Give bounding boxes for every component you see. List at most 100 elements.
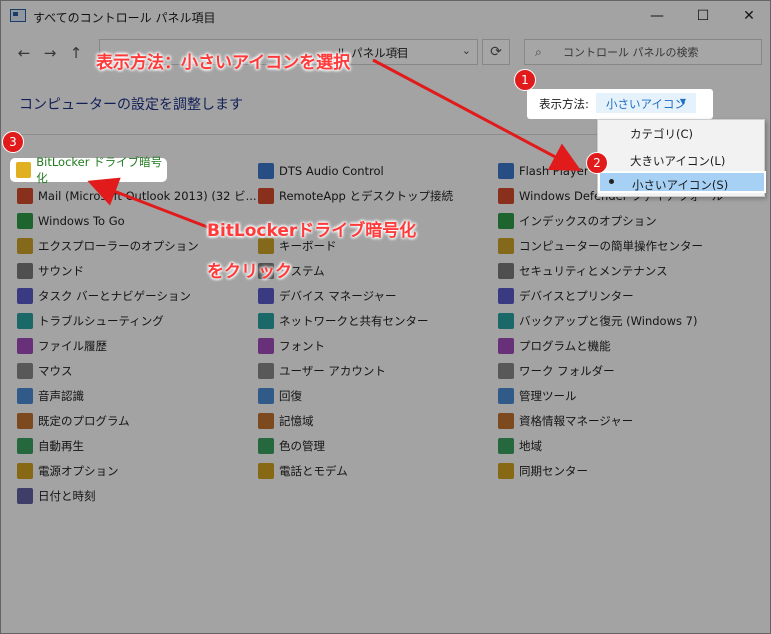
item-icon (17, 338, 33, 354)
window-title: すべてのコントロール パネル項目 (33, 11, 216, 25)
item-icon (258, 363, 274, 379)
control-panel-item[interactable]: Flash Player (498, 161, 589, 181)
breadcrumb-separator-icon[interactable]: › (396, 44, 401, 58)
control-panel-item[interactable]: ファイル履歴 (17, 336, 107, 356)
item-label: マウス (38, 364, 73, 378)
item-icon (498, 363, 514, 379)
control-panel-item[interactable]: 記憶域 (258, 411, 314, 431)
control-panel-item[interactable]: コンピューターの簡単操作センター (498, 236, 703, 256)
item-label: コンピューターの簡単操作センター (519, 239, 703, 253)
chevron-down-icon[interactable]: ⌄ (462, 44, 471, 57)
item-icon (498, 438, 514, 454)
item-icon (17, 488, 33, 504)
item-icon (498, 213, 514, 229)
search-box[interactable]: ⌕ (524, 39, 762, 65)
view-by-control[interactable]: 表示方法: 小さいアイコン ▼ (527, 89, 713, 119)
menu-item-small-icons-label: 小さいアイコン(S) (632, 178, 729, 192)
item-icon (258, 438, 274, 454)
bitlocker-item-highlighted[interactable]: BitLocker ドライブ暗号化 (10, 155, 167, 185)
menu-item-category[interactable]: カテゴリ(C) (598, 122, 764, 144)
control-panel-item[interactable]: 管理ツール (498, 386, 577, 406)
annotation-bitlocker: BitLockerドライブ暗号化 (207, 221, 417, 241)
bitlocker-icon (16, 162, 32, 178)
item-icon (258, 188, 274, 204)
control-panel-item[interactable]: トラブルシューティング (17, 311, 164, 331)
control-panel-item[interactable]: 音声認識 (17, 386, 84, 406)
control-panel-item[interactable]: 電話とモデム (258, 461, 348, 481)
control-panel-item[interactable]: フォント (258, 336, 325, 356)
item-label: Flash Player (519, 164, 589, 178)
control-panel-item[interactable]: デバイスとプリンター (498, 286, 634, 306)
item-icon (498, 263, 514, 279)
control-panel-item[interactable]: デバイス マネージャー (258, 286, 397, 306)
up-button[interactable]: ↑ (65, 43, 87, 63)
control-panel-item[interactable]: ワーク フォルダー (498, 361, 615, 381)
control-panel-item[interactable]: プログラムと機能 (498, 336, 611, 356)
control-panel-item[interactable]: 回復 (258, 386, 302, 406)
refresh-button[interactable]: ⟳ (482, 39, 510, 65)
item-icon (498, 163, 514, 179)
control-panel-item[interactable]: 日付と時刻 (17, 486, 96, 506)
control-panel-item[interactable]: 資格情報マネージャー (498, 411, 633, 431)
item-label: 管理ツール (519, 389, 577, 403)
view-by-menu: カテゴリ(C) 大きいアイコン(L) 小さいアイコン(S) (597, 119, 766, 197)
item-label: 自動再生 (38, 439, 84, 453)
control-panel-item[interactable]: 自動再生 (17, 436, 84, 456)
control-panel-item[interactable]: Mail (Microsoft Outlook 2013) (32 ビ... (17, 186, 257, 206)
item-label: 同期センター (519, 464, 588, 478)
search-icon: ⌕ (535, 45, 542, 59)
item-label: デバイス マネージャー (279, 289, 397, 303)
item-icon (17, 238, 33, 254)
item-icon (17, 288, 33, 304)
control-panel-item[interactable]: サウンド (17, 261, 84, 281)
maximize-button[interactable]: ☐ (680, 1, 726, 31)
dropdown-caret-icon: ▼ (679, 97, 686, 106)
control-panel-item[interactable]: ネットワークと共有センター (258, 311, 429, 331)
control-panel-item[interactable]: 既定のプログラム (17, 411, 130, 431)
back-button[interactable]: ← (13, 43, 35, 63)
step-badge-2: 2 (586, 152, 608, 174)
item-label: 音声認識 (38, 389, 84, 403)
control-panel-item[interactable]: インデックスのオプション (498, 211, 657, 231)
menu-item-large-icons[interactable]: 大きいアイコン(L) (598, 149, 764, 171)
item-icon (498, 338, 514, 354)
control-panel-item[interactable]: DTS Audio Control (258, 161, 384, 181)
item-label: Mail (Microsoft Outlook 2013) (32 ビ... (38, 189, 257, 203)
control-panel-item[interactable]: マウス (17, 361, 73, 381)
item-label: RemoteApp とデスクトップ接続 (279, 189, 453, 203)
item-label: セキュリティとメンテナンス (519, 264, 668, 278)
item-label: プログラムと機能 (519, 339, 611, 353)
item-icon (498, 388, 514, 404)
control-panel-item[interactable]: セキュリティとメンテナンス (498, 261, 668, 281)
control-panel-item[interactable]: 電源オプション (17, 461, 119, 481)
step-badge-3: 3 (2, 131, 24, 153)
item-icon (17, 213, 33, 229)
item-label: 電源オプション (38, 464, 119, 478)
control-panel-item[interactable]: タスク バーとナビゲーション (17, 286, 191, 306)
item-label: インデックスのオプション (519, 214, 657, 228)
control-panel-item[interactable]: エクスプローラーのオプション (17, 236, 199, 256)
item-label: サウンド (38, 264, 84, 278)
search-input[interactable] (563, 43, 753, 61)
control-panel-item[interactable]: ユーザー アカウント (258, 361, 386, 381)
control-panel-item[interactable]: 色の管理 (258, 436, 325, 456)
control-panel-item[interactable]: バックアップと復元 (Windows 7) (498, 311, 697, 331)
forward-button[interactable]: → (39, 43, 61, 63)
item-icon (17, 313, 33, 329)
item-label: 電話とモデム (279, 464, 348, 478)
control-panel-item[interactable]: 地域 (498, 436, 542, 456)
close-button[interactable]: ✕ (726, 1, 770, 31)
item-label: 色の管理 (279, 439, 325, 453)
minimize-button[interactable]: — (634, 1, 680, 31)
control-panel-item[interactable]: 同期センター (498, 461, 588, 481)
item-icon (258, 338, 274, 354)
item-icon (498, 238, 514, 254)
control-panel-item[interactable]: RemoteApp とデスクトップ接続 (258, 186, 453, 206)
annotation-select-small-icons: 表示方法：小さいアイコンを選択 (96, 53, 351, 73)
view-by-dropdown[interactable]: 小さいアイコン ▼ (596, 93, 696, 113)
item-icon (17, 263, 33, 279)
control-panel-item[interactable]: Windows To Go (17, 211, 125, 231)
menu-item-small-icons[interactable]: 小さいアイコン(S) (598, 171, 766, 193)
item-icon (17, 438, 33, 454)
item-icon (498, 188, 514, 204)
